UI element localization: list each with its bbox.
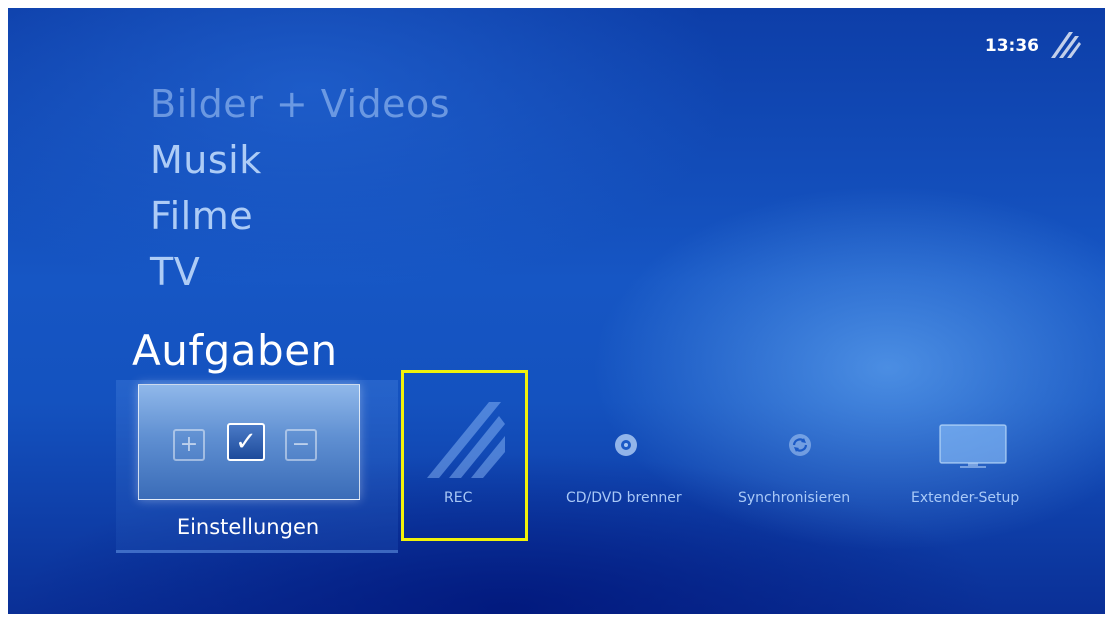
media-center-logo-icon (1051, 32, 1081, 58)
menu-item-bilder-videos[interactable]: Bilder + Videos (150, 82, 450, 126)
plus-box-icon: + (173, 429, 205, 461)
disc-icon (615, 434, 637, 456)
sync-label[interactable]: Synchronisieren (738, 490, 850, 506)
media-center-logo-icon (427, 402, 505, 478)
extender-setup-label[interactable]: Extender-Setup (911, 490, 1019, 506)
menu-item-musik[interactable]: Musik (150, 138, 262, 182)
media-center-start-screen: 13:36 Bilder + Videos Musik Filme TV Auf… (8, 8, 1105, 614)
menu-item-aufgaben[interactable]: Aufgaben (132, 326, 338, 375)
sync-icon (789, 434, 811, 456)
menu-item-tv[interactable]: TV (150, 250, 200, 294)
rec-label: REC (444, 490, 473, 506)
menu-item-filme[interactable]: Filme (150, 194, 253, 238)
cd-dvd-label[interactable]: CD/DVD brenner (566, 490, 682, 506)
checkmark-icon: ✓ (227, 423, 265, 461)
clock: 13:36 (984, 36, 1039, 56)
minus-box-icon: − (285, 429, 317, 461)
monitor-icon (939, 424, 1007, 468)
settings-tile[interactable]: + ✓ − (138, 384, 360, 500)
settings-tile-label: Einstellungen (176, 515, 320, 539)
